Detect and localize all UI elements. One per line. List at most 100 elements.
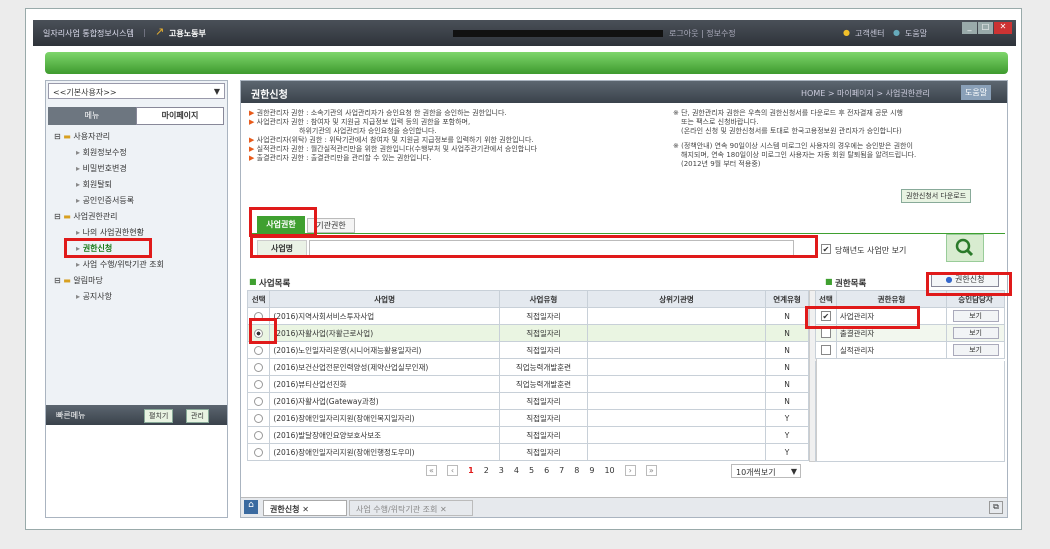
highlight-tab bbox=[249, 207, 317, 237]
auth-type: 실적관리자 bbox=[835, 341, 948, 359]
page-link[interactable]: 8 bbox=[574, 466, 579, 475]
program-name: (2016)노인일자리운영(시니어재능활용일자리) bbox=[269, 341, 500, 359]
table-row[interactable]: (2016)뷰티산업선진화 직업능력개발훈련 N bbox=[247, 375, 809, 393]
page-link[interactable]: 4 bbox=[514, 466, 519, 475]
page-link[interactable]: 5 bbox=[529, 466, 534, 475]
maximize-button[interactable]: □ bbox=[978, 22, 993, 34]
tab-underline bbox=[249, 233, 1005, 234]
close-icon[interactable]: ✕ bbox=[302, 505, 309, 514]
this-year-checkbox[interactable]: ✔ bbox=[821, 244, 831, 254]
per-page-select[interactable]: 10개씩보기 ▼ bbox=[731, 464, 801, 478]
page-link[interactable]: 1 bbox=[468, 466, 474, 475]
table-row[interactable]: (2016)지역사회서비스투자사업 직접일자리 N bbox=[247, 307, 809, 325]
view-button[interactable]: 보기 bbox=[952, 310, 999, 322]
user-select[interactable]: <<기본사용자>> ▼ bbox=[48, 83, 225, 99]
view-button[interactable]: 보기 bbox=[952, 344, 999, 356]
table-row[interactable]: (2016)자활사업(자활근로사업) 직접일자리 N bbox=[247, 324, 809, 342]
search-icon bbox=[955, 238, 974, 257]
sidebar-item[interactable]: ▸ 공인인증서등록 bbox=[54, 193, 224, 209]
page-link[interactable]: 10 bbox=[604, 466, 614, 475]
highlight-auth-type bbox=[805, 306, 920, 329]
close-icon[interactable]: ✕ bbox=[440, 505, 447, 514]
close-button[interactable]: ✕ bbox=[994, 22, 1012, 34]
bottom-tab-agency[interactable]: 사업 수행/위탁기관 조회 ✕ bbox=[349, 500, 473, 516]
select-radio[interactable] bbox=[254, 447, 264, 457]
quick-menu-bar: 빠른메뉴 펼치기 관리 bbox=[46, 405, 227, 425]
table-row[interactable]: 실적관리자 보기 bbox=[815, 341, 1005, 359]
breadcrumb: HOME > 마이페이지 > 사업권한관리 bbox=[801, 89, 930, 98]
page-link[interactable]: 7 bbox=[559, 466, 564, 475]
help-link[interactable]: 도움말 bbox=[905, 28, 927, 39]
collapse-icon[interactable]: ⊟ bbox=[54, 132, 61, 141]
auth-list-title: 권한목록 bbox=[835, 279, 867, 289]
page-link[interactable]: 6 bbox=[544, 466, 549, 475]
select-radio[interactable] bbox=[254, 396, 264, 406]
page-link[interactable]: 3 bbox=[499, 466, 504, 475]
auth-checkbox[interactable] bbox=[820, 328, 831, 338]
home-icon[interactable]: ⌂ bbox=[244, 500, 258, 514]
redacted-user-info bbox=[453, 30, 663, 37]
select-radio[interactable] bbox=[254, 345, 264, 355]
minimize-button[interactable]: _ bbox=[962, 22, 977, 34]
top-links[interactable]: 로그아웃 | 정보수정 bbox=[669, 28, 736, 39]
quick-expand-button[interactable]: 펼치기 bbox=[144, 409, 174, 423]
select-radio[interactable] bbox=[254, 379, 264, 389]
program-name: (2016)자활사업(자활근로사업) bbox=[269, 324, 500, 342]
tab-menu[interactable]: 메뉴 bbox=[48, 107, 136, 125]
first-page-icon[interactable]: « bbox=[426, 465, 437, 476]
table-row[interactable]: (2016)보건산업전문인력양성(제약산업실무인재) 직업능력개발훈련 N bbox=[247, 358, 809, 376]
collapse-icon[interactable]: ⊟ bbox=[54, 212, 61, 221]
last-page-icon[interactable]: » bbox=[645, 465, 657, 476]
parent-agency bbox=[586, 341, 767, 359]
bullet-icon: ▸ bbox=[76, 292, 81, 301]
bottom-tab-apply[interactable]: 권한신청 ✕ bbox=[263, 500, 347, 516]
chevron-down-icon: ▼ bbox=[790, 467, 797, 476]
table-row[interactable]: (2016)자활사업(Gateway과정) 직접일자리 N bbox=[247, 392, 809, 410]
chevron-down-icon: ▼ bbox=[213, 87, 220, 96]
parent-agency bbox=[586, 375, 767, 393]
prev-page-icon[interactable]: ‹ bbox=[446, 465, 459, 476]
collapse-icon[interactable]: ⊟ bbox=[54, 276, 61, 285]
notes-left: ▶ 권한관리자 권한 : 소속기관의 사업관리자가 승인요청 한 권한을 승인하… bbox=[249, 109, 538, 162]
folder-icon: ▬ bbox=[63, 276, 71, 285]
select-radio[interactable] bbox=[254, 362, 264, 372]
sidebar-item[interactable]: ▸ 공지사항 bbox=[54, 289, 224, 305]
table-row[interactable]: (2016)장애인일자리지원(장애인행정도우미) 직접일자리 Y bbox=[247, 443, 809, 461]
this-year-label: 당해년도 사업만 보기 bbox=[835, 246, 907, 255]
auth-checkbox[interactable] bbox=[820, 345, 831, 355]
sidebar-item[interactable]: ⊟ ▬ 사업권한관리 bbox=[54, 209, 224, 225]
next-page-icon[interactable]: › bbox=[624, 465, 636, 476]
page-header: 권한신청 HOME > 마이페이지 > 사업권한관리 도움말 bbox=[241, 81, 1007, 103]
menu-tree: ⊟ ▬ 사용자관리 ▸ 회원정보수정 ▸ 비밀번호변경 ▸ 회원탈퇴 ▸ 공인인증서등록… bbox=[54, 129, 224, 305]
search-button[interactable] bbox=[946, 234, 984, 262]
bottom-tab-bar: ⌂ 권한신청 ✕ 사업 수행/위탁기관 조회 ✕ ⧉ bbox=[241, 497, 1007, 517]
table-row[interactable]: (2016)장애인일자리지원(장애인복지일자리) 직접일자리 Y bbox=[247, 409, 809, 427]
select-radio[interactable] bbox=[254, 430, 264, 440]
table-row[interactable]: (2016)발달장애인요양보호사보조 직접일자리 Y bbox=[247, 426, 809, 444]
parent-agency bbox=[586, 392, 767, 410]
sidebar-item[interactable]: ▸ 회원탈퇴 bbox=[54, 177, 224, 193]
sidebar-item[interactable]: ▸ 회원정보수정 bbox=[54, 145, 224, 161]
program-table: 선택 사업명 사업유형 상위기관명 연계유형 (2016)지역사회서비스투자사업… bbox=[247, 290, 809, 461]
fullscreen-icon[interactable]: ⧉ bbox=[989, 501, 1003, 514]
table-row[interactable]: (2016)노인일자리운영(시니어재능활용일자리) 직접일자리 N bbox=[247, 341, 809, 359]
sidebar-item[interactable]: ▸ 사업 수행/위탁기관 조회 bbox=[54, 257, 224, 273]
select-radio[interactable] bbox=[254, 413, 264, 423]
sidebar-item[interactable]: ⊟ ▬ 사용자관리 bbox=[54, 129, 224, 145]
left-panel: <<기본사용자>> ▼ 메뉴 마이페이지 ⊟ ▬ 사용자관리 ▸ 회원정보수정 ▸ … bbox=[45, 80, 228, 518]
page-link[interactable]: 9 bbox=[589, 466, 594, 475]
view-button[interactable]: 보기 bbox=[952, 327, 999, 339]
main-panel: 권한신청 HOME > 마이페이지 > 사업권한관리 도움말 ▶ 권한관리자 권… bbox=[240, 80, 1008, 518]
help-button[interactable]: 도움말 bbox=[961, 85, 992, 100]
customer-center-link[interactable]: 고객센터 bbox=[855, 28, 884, 39]
bullet-icon: ■ bbox=[249, 277, 257, 286]
bullet-icon: ■ bbox=[825, 277, 833, 286]
download-form-button[interactable]: 권한신청서 다운로드 bbox=[901, 189, 972, 203]
quick-manage-button[interactable]: 관리 bbox=[186, 409, 209, 423]
sidebar-item[interactable]: ⊟ ▬ 알림마당 bbox=[54, 273, 224, 289]
bullet-icon: ▸ bbox=[76, 180, 81, 189]
page-link[interactable]: 2 bbox=[484, 466, 489, 475]
folder-icon: ▬ bbox=[63, 132, 71, 141]
tab-mypage[interactable]: 마이페이지 bbox=[136, 107, 224, 125]
sidebar-item[interactable]: ▸ 비밀번호변경 bbox=[54, 161, 224, 177]
